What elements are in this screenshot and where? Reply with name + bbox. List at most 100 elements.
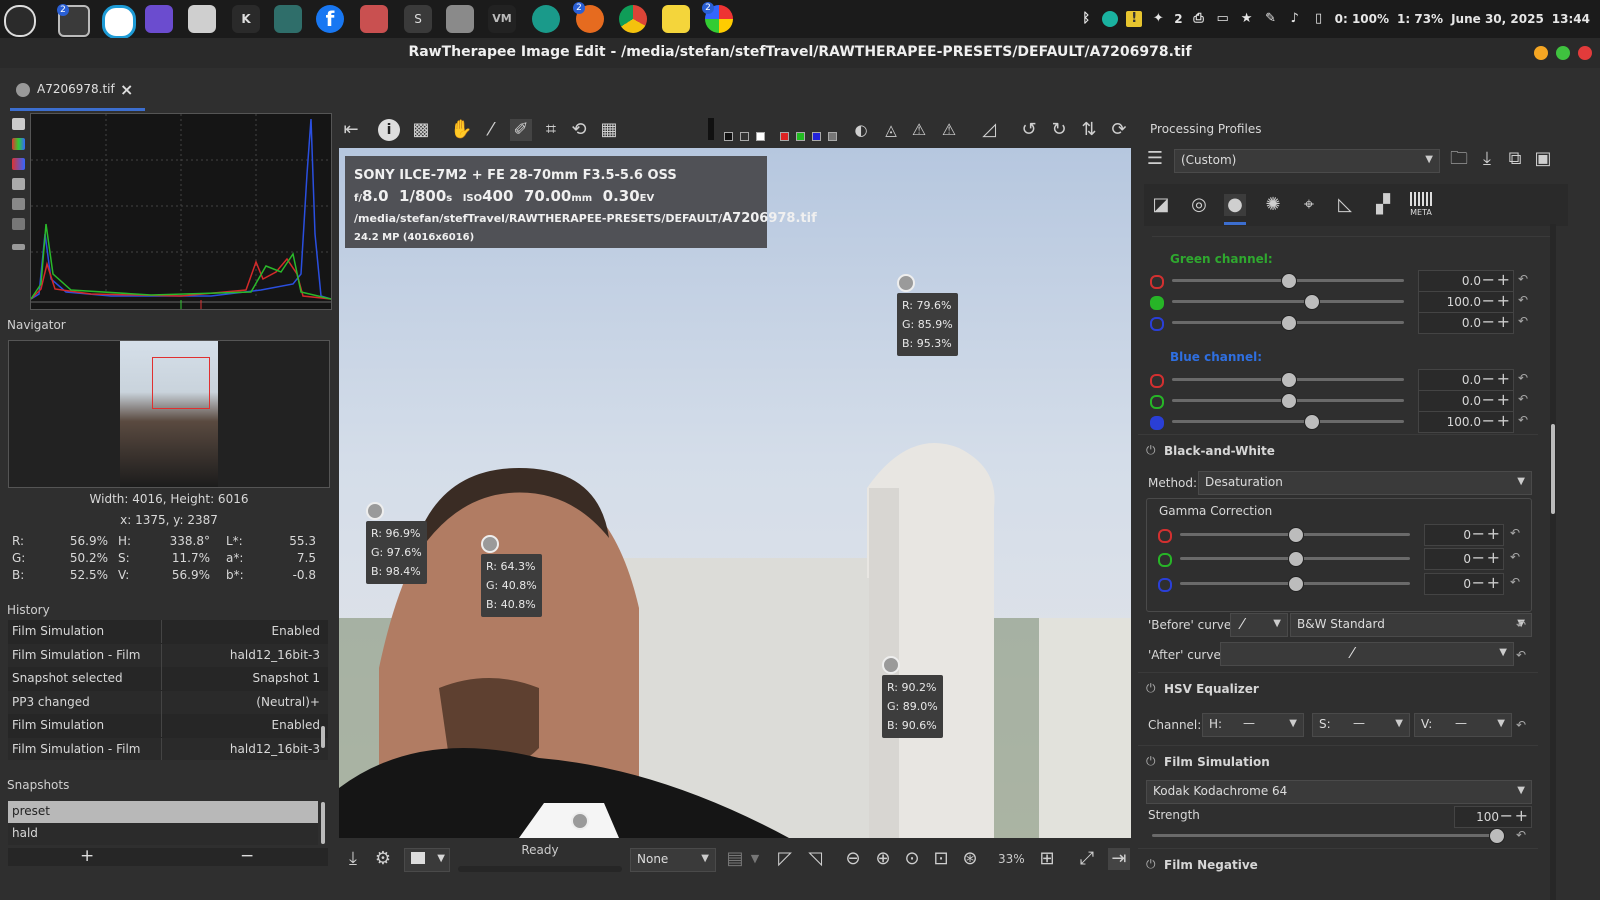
film-select[interactable]: Kodak Kodachrome 64 ▼	[1146, 780, 1532, 804]
reset-icon[interactable]: ↶	[1510, 526, 1520, 540]
warning-tray-icon[interactable]: !	[1126, 11, 1143, 27]
hide-right-panel-icon[interactable]: ⇥	[1108, 848, 1130, 870]
hsv-s-curve-select[interactable]: S: — ▼	[1312, 713, 1410, 737]
histogram-mode-icon[interactable]	[12, 178, 25, 190]
color-tab-icon[interactable]: ●	[1224, 194, 1246, 216]
history-row[interactable]: Film Simulation Enabled	[8, 714, 328, 737]
increment-icon[interactable]: +	[1487, 573, 1500, 592]
save-image-icon[interactable]: ⤓	[342, 848, 364, 870]
power-icon[interactable]: ⏻	[1146, 681, 1156, 696]
color-probe[interactable]	[571, 812, 589, 830]
remove-snapshot-button[interactable]: −	[240, 846, 254, 866]
value-spinbox[interactable]: 100.0− +	[1418, 411, 1514, 433]
display-icon[interactable]: ▭	[1215, 11, 1231, 27]
decrement-icon[interactable]: −	[1482, 291, 1495, 310]
preview-green-channel-icon[interactable]	[796, 132, 805, 141]
value-spinbox[interactable]: 0− +	[1424, 524, 1504, 546]
maximize-button[interactable]	[1556, 46, 1570, 60]
decrement-icon[interactable]: −	[1472, 573, 1485, 592]
reset-icon[interactable]: ↶	[1510, 575, 1520, 589]
zoom-out-icon[interactable]: ⊖	[842, 848, 864, 870]
toggle-left-icon[interactable]: ◸	[774, 848, 796, 870]
external-editor-combo[interactable]: ▼	[404, 848, 450, 872]
snapshot-item[interactable]: hald	[8, 823, 318, 845]
color-probe[interactable]: R: 64.3% G: 40.8% B: 40.8%	[481, 535, 542, 617]
decrement-icon[interactable]: −	[1482, 390, 1495, 409]
decrement-icon[interactable]: −	[1482, 369, 1495, 388]
preview-luminance-icon[interactable]	[828, 132, 837, 141]
notes-app-icon[interactable]	[662, 5, 690, 33]
messaging-tray-icon[interactable]	[1102, 11, 1119, 27]
profile-list-icon[interactable]: ☰	[1144, 148, 1166, 170]
details-tab-icon[interactable]: ◎	[1188, 194, 1210, 216]
chameleon-app-icon[interactable]	[532, 5, 560, 33]
focus-mask-icon[interactable]: ◐	[850, 119, 872, 141]
reset-icon[interactable]: ↶	[1516, 648, 1526, 662]
increment-icon[interactable]: +	[1497, 411, 1510, 430]
histogram[interactable]	[30, 113, 332, 310]
probe-handle-icon[interactable]	[882, 656, 900, 674]
flip-horizontal-icon[interactable]: ⟳	[1108, 119, 1130, 141]
value-spinbox[interactable]: 0.0− +	[1418, 390, 1514, 412]
increment-icon[interactable]: +	[1515, 806, 1528, 825]
increment-icon[interactable]: +	[1487, 548, 1500, 567]
tool-panel-scrollbar[interactable]	[1550, 224, 1556, 900]
power-icon[interactable]: ⏻	[1146, 857, 1156, 872]
bird-app-icon[interactable]	[274, 5, 302, 33]
reset-icon[interactable]: ↶	[1516, 828, 1526, 842]
history-scrollbar[interactable]	[321, 726, 325, 748]
histogram-raw-icon[interactable]	[12, 118, 25, 130]
history-row[interactable]: Film Simulation - Film hald12_16bit-3	[8, 643, 328, 667]
settings-icon[interactable]	[446, 5, 474, 33]
reset-icon[interactable]: ↶	[1516, 618, 1526, 632]
power-icon[interactable]: ⏻	[1146, 754, 1156, 769]
save-profile-icon[interactable]: ⤓	[1476, 148, 1498, 170]
increment-icon[interactable]: +	[1497, 390, 1510, 409]
slider-track[interactable]	[1172, 420, 1404, 423]
increment-icon[interactable]: +	[1497, 369, 1510, 388]
add-snapshot-button[interactable]: +	[80, 846, 94, 866]
hsv-title[interactable]: HSV Equalizer	[1164, 682, 1259, 696]
image-preview[interactable]: SONY ILCE-7M2 + FE 28-70mm F3.5-5.6 OSS …	[339, 148, 1131, 838]
reset-icon[interactable]: ↶	[1518, 293, 1528, 307]
decrement-icon[interactable]: −	[1482, 411, 1495, 430]
reset-icon[interactable]: ↶	[1510, 550, 1520, 564]
color-probe[interactable]: R: 96.9% G: 97.6% B: 98.4%	[366, 502, 427, 584]
decrement-icon[interactable]: −	[1500, 806, 1513, 825]
advanced-tab-icon[interactable]: ✺	[1262, 194, 1284, 216]
decrement-icon[interactable]: −	[1472, 548, 1485, 567]
star-icon[interactable]: ★	[1239, 11, 1255, 27]
highlight-clipping-icon[interactable]: ⚠	[938, 119, 960, 141]
preferences-icon[interactable]: ⚙	[372, 848, 394, 870]
messaging-app-icon[interactable]	[102, 5, 136, 39]
game-app-icon[interactable]	[360, 5, 388, 33]
slider-handle[interactable]	[1288, 576, 1304, 592]
battery-icon[interactable]: ▯	[1311, 11, 1327, 27]
hsv-v-curve-select[interactable]: V: — ▼	[1414, 713, 1512, 737]
waveform-icon[interactable]	[12, 198, 25, 210]
history-list[interactable]: Film Simulation Enabled Film Simulation - …	[8, 620, 328, 760]
reset-icon[interactable]: ↶	[1518, 314, 1528, 328]
reset-icon[interactable]: ↶	[1518, 371, 1528, 385]
s-app-icon[interactable]: S	[404, 5, 432, 33]
preview-background-gray-icon[interactable]	[740, 132, 749, 141]
slider-handle[interactable]	[1288, 527, 1304, 543]
editor-tab[interactable]: A7206978.tif ×	[10, 80, 145, 111]
file-manager-icon[interactable]	[188, 5, 216, 33]
zoom-100-icon[interactable]: ⊛	[959, 848, 981, 870]
fullscreen-icon[interactable]: ⤢	[1076, 848, 1098, 870]
reset-icon[interactable]: ↶	[1518, 413, 1528, 427]
processing-profile-select[interactable]: (Custom) ▼	[1174, 149, 1440, 173]
snapshot-item[interactable]: preset	[8, 801, 318, 823]
paste-profile-icon[interactable]: ▣	[1532, 148, 1554, 170]
rawtherapee-icon[interactable]: 2	[702, 2, 733, 33]
white-balance-picker-icon[interactable]: ⁄	[480, 119, 502, 141]
hand-tool-icon[interactable]: ✋	[450, 119, 472, 141]
histogram-bar-icon[interactable]	[12, 244, 25, 250]
snapshot-compare-icon[interactable]: ▤	[724, 848, 746, 870]
increment-icon[interactable]: +	[1487, 524, 1500, 543]
preview-mode-select[interactable]: None ▼	[630, 848, 716, 872]
increment-icon[interactable]: +	[1497, 291, 1510, 310]
raw-tab-icon[interactable]: ◺	[1334, 194, 1356, 216]
probe-handle-icon[interactable]	[481, 535, 499, 553]
